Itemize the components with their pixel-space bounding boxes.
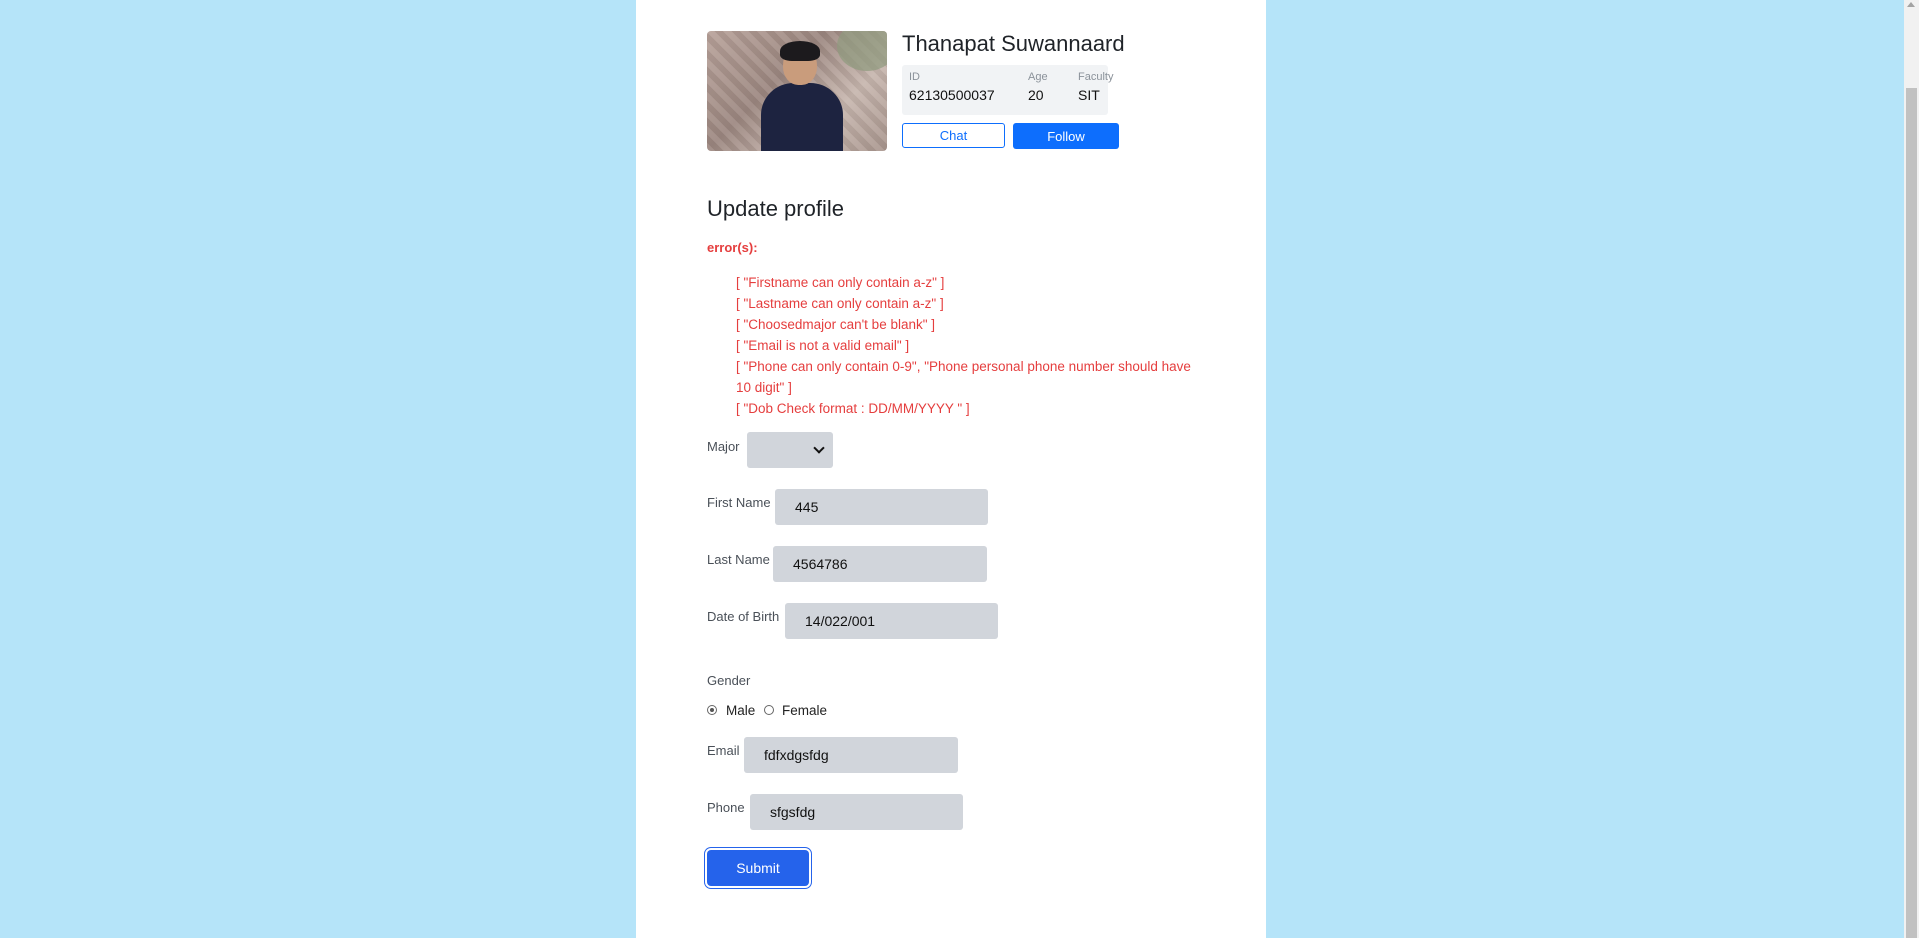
- error-item: [ "Phone can only contain 0-9", "Phone p…: [736, 359, 1191, 395]
- stat-id-label: ID: [909, 71, 920, 83]
- scrollbar-thumb[interactable]: [1906, 88, 1917, 938]
- profile-photo: [707, 31, 887, 151]
- photo-person-body: [761, 83, 843, 151]
- phone-input[interactable]: [750, 794, 963, 830]
- last-name-input[interactable]: [773, 546, 987, 582]
- stat-age: Age 20: [1028, 71, 1048, 103]
- stat-id-value: 62130500037: [909, 87, 995, 103]
- dob-label: Date of Birth: [707, 609, 780, 624]
- gender-male-radio[interactable]: [707, 705, 717, 715]
- stat-age-label: Age: [1028, 71, 1048, 83]
- phone-label: Phone: [707, 800, 745, 815]
- first-name-label: First Name: [707, 495, 771, 510]
- chevron-down-icon: [813, 442, 825, 454]
- stat-id: ID 62130500037: [909, 71, 995, 103]
- gender-female-label: Female: [782, 703, 828, 718]
- error-title: error(s):: [707, 240, 758, 255]
- email-input[interactable]: [744, 737, 958, 773]
- submit-button[interactable]: Submit: [707, 850, 809, 886]
- photo-person-hair: [780, 41, 820, 61]
- first-name-input[interactable]: [775, 489, 988, 525]
- follow-button[interactable]: Follow: [1013, 123, 1119, 149]
- scroll-up-icon[interactable]: [1907, 2, 1915, 7]
- error-item: [ "Firstname can only contain a-z" ]: [736, 275, 945, 290]
- gender-female-radio[interactable]: [764, 705, 774, 715]
- stat-faculty: Faculty SIT: [1078, 71, 1113, 103]
- error-item: [ "Choosedmajor can't be blank" ]: [736, 317, 936, 332]
- stat-faculty-value: SIT: [1078, 87, 1100, 103]
- major-select[interactable]: [747, 432, 833, 468]
- profile-name: Thanapat Suwannaard: [902, 31, 1125, 56]
- gender-male-label: Male: [726, 703, 756, 718]
- email-label: Email: [707, 743, 740, 758]
- stat-faculty-label: Faculty: [1078, 71, 1114, 83]
- major-label: Major: [707, 439, 740, 454]
- profile-page: Thanapat Suwannaard ID 62130500037 Age 2…: [636, 0, 1266, 938]
- form-heading: Update profile: [707, 196, 844, 221]
- chat-button[interactable]: Chat: [902, 123, 1005, 148]
- scrollbar[interactable]: [1904, 0, 1919, 938]
- stat-age-value: 20: [1028, 87, 1044, 103]
- error-list: [ "Firstname can only contain a-z" ] [ "…: [736, 272, 1206, 419]
- error-item: [ "Email is not a valid email" ]: [736, 338, 910, 353]
- last-name-label: Last Name: [707, 552, 770, 567]
- profile-stats: ID 62130500037 Age 20 Faculty SIT: [902, 65, 1113, 115]
- gender-label: Gender: [707, 673, 751, 688]
- error-item: [ "Lastname can only contain a-z" ]: [736, 296, 944, 311]
- error-item: [ "Dob Check format : DD/MM/YYYY " ]: [736, 401, 970, 416]
- dob-input[interactable]: [785, 603, 998, 639]
